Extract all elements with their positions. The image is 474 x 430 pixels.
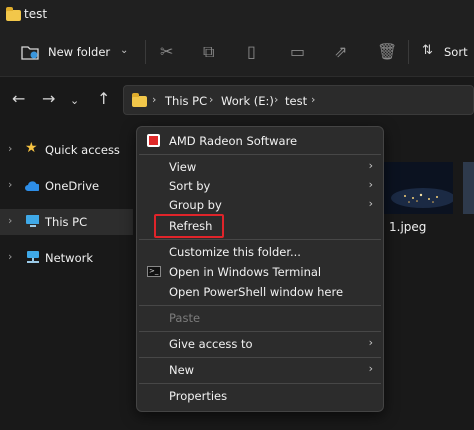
title-bar: test (0, 0, 474, 28)
back-arrow-icon[interactable]: ← (12, 91, 25, 107)
paste-icon[interactable]: ▯ (247, 44, 256, 60)
navigation-row: ← → ⌄ ↑ › This PC › Work (E:) › test › (0, 77, 474, 123)
menu-item-label: New (169, 363, 195, 377)
chevron-down-icon: ⌄ (120, 45, 129, 56)
breadcrumb-chevron-icon: › (311, 93, 316, 106)
menu-item-label: Give access to (169, 337, 253, 351)
sidebar-item-label: Network (45, 251, 94, 265)
new-folder-button[interactable]: New folder ⌄ (18, 40, 130, 64)
menu-item-label: Sort by (169, 179, 211, 193)
menu-divider (139, 331, 381, 332)
menu-item-label: AMD Radeon Software (169, 134, 298, 148)
up-arrow-icon[interactable]: ↑ (97, 91, 110, 107)
amd-radeon-icon (147, 134, 160, 147)
chevron-right-icon[interactable]: › (8, 142, 12, 155)
menu-item-label: View (169, 160, 197, 174)
new-folder-label: New folder (48, 45, 111, 59)
menu-item-label: Customize this folder... (169, 245, 301, 259)
menu-item-customize-folder[interactable]: Customize this folder... (137, 242, 383, 262)
cloud-icon (25, 181, 39, 191)
star-icon: ★ (25, 140, 38, 156)
breadcrumb-chevron-icon: › (274, 93, 279, 106)
file-name-label: 1.jpeg (389, 220, 427, 234)
menu-item-open-terminal[interactable]: >_ Open in Windows Terminal (137, 262, 383, 282)
copy-icon[interactable]: ⧉ (203, 44, 214, 60)
menu-item-paste: Paste (137, 308, 383, 328)
network-icon (27, 251, 39, 263)
night-city-image (383, 162, 453, 214)
chevron-right-icon: › (368, 362, 373, 375)
context-menu: AMD Radeon Software View › Sort by › Gro… (136, 126, 384, 412)
chevron-right-icon: › (368, 336, 373, 349)
breadcrumb-chevron-icon: › (209, 93, 214, 106)
forward-arrow-icon[interactable]: → (42, 91, 55, 107)
terminal-icon: >_ (147, 266, 161, 277)
recent-chevron-icon[interactable]: ⌄ (70, 93, 79, 109)
sidebar-item-this-pc[interactable]: › This PC (0, 209, 133, 235)
command-bar: New folder ⌄ ✂ ⧉ ▯ ▭ ⇗ 🗑 ⇅ Sort (0, 28, 474, 77)
image-thumbnail[interactable] (383, 162, 453, 214)
new-folder-icon (21, 46, 39, 60)
breadcrumb-chevron-icon: › (152, 93, 157, 106)
window-title: test (24, 7, 48, 21)
breadcrumb-work-drive[interactable]: Work (E:) (221, 94, 274, 108)
sort-icon: ⇅ (422, 43, 433, 58)
menu-item-open-powershell[interactable]: Open PowerShell window here (137, 282, 383, 302)
menu-item-properties[interactable]: Properties (137, 386, 383, 406)
sort-label: Sort (444, 45, 468, 59)
folder-icon (132, 93, 147, 107)
menu-divider (139, 383, 381, 384)
sidebar-item-label: Quick access (45, 143, 120, 157)
menu-item-label: Open PowerShell window here (169, 285, 344, 299)
menu-divider (139, 154, 381, 155)
breadcrumb-this-pc[interactable]: This PC (165, 94, 207, 108)
chevron-right-icon: › (368, 197, 373, 210)
folder-icon (6, 7, 21, 21)
chevron-right-icon[interactable]: › (8, 250, 12, 263)
menu-item-label: Group by (169, 198, 222, 212)
chevron-right-icon[interactable]: › (8, 214, 12, 227)
menu-item-label: Paste (169, 311, 201, 325)
menu-item-view[interactable]: View › (137, 157, 383, 177)
toolbar-divider (408, 40, 409, 64)
sidebar-item-onedrive[interactable]: › OneDrive (0, 173, 133, 199)
share-icon[interactable]: ⇗ (334, 44, 347, 60)
sort-button[interactable]: ⇅ Sort (420, 40, 474, 64)
breadcrumb-test[interactable]: test (285, 94, 307, 108)
menu-divider (139, 357, 381, 358)
sidebar-item-quick-access[interactable]: › ★ Quick access (0, 137, 133, 163)
chevron-right-icon: › (368, 178, 373, 191)
cut-icon[interactable]: ✂ (160, 44, 173, 60)
menu-item-sort-by[interactable]: Sort by › (137, 176, 383, 196)
refresh-highlight-box (154, 214, 224, 238)
chevron-right-icon: › (368, 159, 373, 172)
menu-item-new[interactable]: New › (137, 360, 383, 380)
toolbar-divider (145, 40, 146, 64)
chevron-right-icon[interactable]: › (8, 178, 12, 191)
menu-item-group-by[interactable]: Group by › (137, 195, 383, 215)
rename-icon[interactable]: ▭ (290, 44, 305, 60)
image-thumbnail[interactable] (463, 162, 474, 214)
sidebar-item-network[interactable]: › Network (0, 245, 133, 271)
delete-icon[interactable]: 🗑 (377, 44, 397, 60)
address-bar[interactable]: › This PC › Work (E:) › test › (123, 85, 474, 115)
menu-item-label: Open in Windows Terminal (169, 265, 322, 279)
menu-divider (139, 305, 381, 306)
menu-item-give-access[interactable]: Give access to › (137, 334, 383, 354)
sidebar-item-label: This PC (45, 215, 88, 229)
menu-divider (139, 239, 381, 240)
sidebar-item-label: OneDrive (45, 179, 100, 193)
menu-item-label: Properties (169, 389, 228, 403)
menu-item-amd-radeon[interactable]: AMD Radeon Software (137, 131, 383, 151)
monitor-icon (26, 215, 39, 227)
